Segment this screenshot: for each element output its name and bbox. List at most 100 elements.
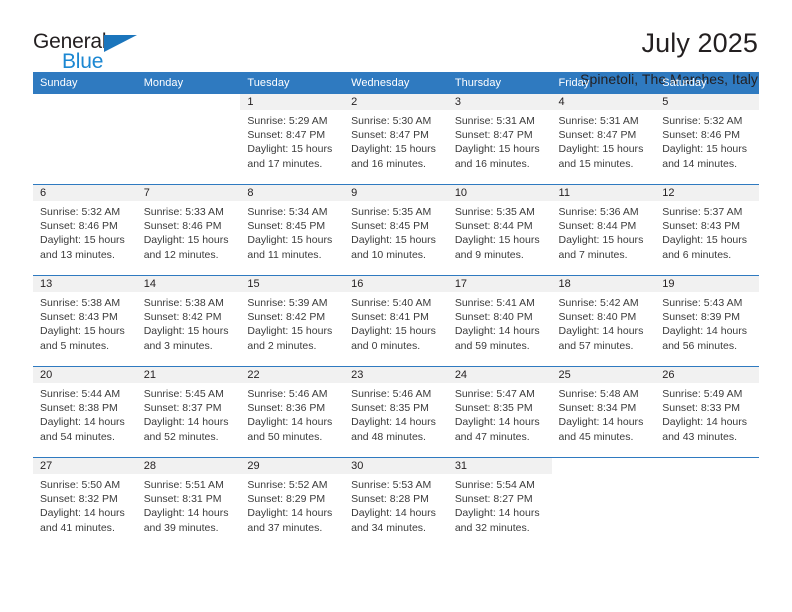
daylight-text-line2: and 34 minutes. bbox=[351, 521, 426, 534]
daylight-text-line2: and 13 minutes. bbox=[40, 248, 115, 261]
daylight-text-line1: Daylight: 15 hours bbox=[247, 143, 333, 156]
day-cell-empty bbox=[655, 457, 759, 548]
day-number: 24 bbox=[447, 367, 552, 383]
day-details: Sunrise: 5:31 AM Sunset: 8:47 PM Daylight:… bbox=[448, 110, 552, 171]
day-cell[interactable]: 1 Sunrise: 5:29 AM Sunset: 8:47 PM Daylight… bbox=[240, 94, 345, 185]
daylight-text-line2: and 45 minutes. bbox=[558, 430, 634, 443]
day-details: Sunrise: 5:43 AM Sunset: 8:39 PM Daylight:… bbox=[655, 292, 759, 353]
general-blue-logo: General Blue bbox=[33, 28, 145, 74]
sunset-text: Sunset: 8:33 PM bbox=[662, 402, 740, 415]
sunset-text: Sunset: 8:41 PM bbox=[351, 311, 429, 324]
calendar-week-row: 6 Sunrise: 5:32 AM Sunset: 8:46 PM Daylight… bbox=[33, 184, 759, 276]
daylight-text-line1: Daylight: 15 hours bbox=[662, 143, 748, 156]
daylight-text-line1: Daylight: 15 hours bbox=[558, 234, 644, 247]
daylight-text-line1: Daylight: 14 hours bbox=[143, 507, 229, 520]
logo-text-blue: Blue bbox=[62, 50, 104, 73]
daylight-text-line2: and 57 minutes. bbox=[558, 339, 634, 352]
day-cell[interactable]: 23 Sunrise: 5:46 AM Sunset: 8:35 PM Dayligh… bbox=[344, 366, 448, 458]
day-cell[interactable]: 22 Sunrise: 5:46 AM Sunset: 8:36 PM Dayligh… bbox=[240, 366, 345, 458]
sunset-text: Sunset: 8:47 PM bbox=[247, 129, 326, 142]
day-cell[interactable]: 29 Sunrise: 5:52 AM Sunset: 8:29 PM Dayligh… bbox=[240, 457, 345, 548]
daylight-text-line2: and 10 minutes. bbox=[351, 248, 426, 261]
day-number bbox=[33, 94, 137, 110]
day-number: 10 bbox=[447, 185, 552, 201]
sunset-text: Sunset: 8:28 PM bbox=[351, 493, 429, 506]
daylight-text-line2: and 0 minutes. bbox=[351, 339, 421, 352]
day-cell[interactable]: 2 Sunrise: 5:30 AM Sunset: 8:47 PM Daylight… bbox=[344, 94, 448, 185]
calendar-week-row: 27 Sunrise: 5:50 AM Sunset: 8:32 PM Dayligh… bbox=[33, 457, 759, 548]
day-cell[interactable]: 15 Sunrise: 5:39 AM Sunset: 8:42 PM Dayligh… bbox=[240, 275, 345, 367]
day-cell[interactable]: 24 Sunrise: 5:47 AM Sunset: 8:35 PM Dayligh… bbox=[447, 366, 552, 458]
sunrise-text: Sunrise: 5:32 AM bbox=[662, 115, 743, 127]
sunset-text: Sunset: 8:34 PM bbox=[558, 402, 637, 415]
day-cell[interactable]: 30 Sunrise: 5:53 AM Sunset: 8:28 PM Dayligh… bbox=[344, 457, 448, 548]
day-details: Sunrise: 5:47 AM Sunset: 8:35 PM Daylight:… bbox=[448, 383, 552, 444]
sunset-text: Sunset: 8:44 PM bbox=[454, 220, 533, 233]
sunset-text: Sunset: 8:36 PM bbox=[247, 402, 326, 415]
daylight-text-line1: Daylight: 14 hours bbox=[247, 507, 333, 520]
sunset-text: Sunset: 8:42 PM bbox=[247, 311, 326, 324]
day-cell[interactable]: 20 Sunrise: 5:44 AM Sunset: 8:38 PM Dayligh… bbox=[33, 366, 137, 458]
daylight-text-line1: Daylight: 14 hours bbox=[40, 507, 125, 520]
day-cell[interactable]: 14 Sunrise: 5:38 AM Sunset: 8:42 PM Dayligh… bbox=[136, 275, 241, 367]
day-number: 31 bbox=[447, 458, 552, 474]
sunrise-text: Sunrise: 5:38 AM bbox=[143, 297, 224, 309]
day-cell[interactable]: 19 Sunrise: 5:43 AM Sunset: 8:39 PM Dayligh… bbox=[655, 275, 759, 367]
day-number: 17 bbox=[447, 276, 552, 292]
day-cell[interactable]: 17 Sunrise: 5:41 AM Sunset: 8:40 PM Dayligh… bbox=[447, 275, 552, 367]
day-number: 1 bbox=[240, 94, 345, 110]
daylight-text-line2: and 17 minutes. bbox=[247, 157, 323, 170]
daylight-text-line1: Daylight: 15 hours bbox=[662, 234, 748, 247]
day-cell[interactable]: 5 Sunrise: 5:32 AM Sunset: 8:46 PM Daylight… bbox=[655, 94, 759, 185]
daylight-text-line1: Daylight: 14 hours bbox=[247, 416, 333, 429]
day-number: 21 bbox=[136, 367, 241, 383]
daylight-text-line2: and 12 minutes. bbox=[143, 248, 219, 261]
daylight-text-line2: and 7 minutes. bbox=[558, 248, 628, 261]
day-cell[interactable]: 27 Sunrise: 5:50 AM Sunset: 8:32 PM Dayligh… bbox=[33, 457, 137, 548]
day-number: 6 bbox=[33, 185, 137, 201]
day-cell[interactable]: 16 Sunrise: 5:40 AM Sunset: 8:41 PM Dayligh… bbox=[344, 275, 448, 367]
calendar-page: General Blue July 2025 Spinetoli, The Ma… bbox=[0, 0, 792, 612]
daylight-text-line1: Daylight: 15 hours bbox=[351, 143, 436, 156]
day-number: 18 bbox=[551, 276, 656, 292]
daylight-text-line2: and 32 minutes. bbox=[454, 521, 530, 534]
sunset-text: Sunset: 8:35 PM bbox=[351, 402, 429, 415]
day-cell[interactable]: 28 Sunrise: 5:51 AM Sunset: 8:31 PM Dayligh… bbox=[136, 457, 241, 548]
day-cell[interactable]: 8 Sunrise: 5:34 AM Sunset: 8:45 PM Daylight… bbox=[240, 184, 345, 276]
day-cell[interactable]: 10 Sunrise: 5:35 AM Sunset: 8:44 PM Dayligh… bbox=[447, 184, 552, 276]
day-cell[interactable]: 4 Sunrise: 5:31 AM Sunset: 8:47 PM Daylight… bbox=[551, 94, 656, 185]
weekday-header-sunday: Sunday bbox=[33, 72, 137, 94]
weekday-header-monday: Monday bbox=[136, 72, 241, 94]
day-details: Sunrise: 5:51 AM Sunset: 8:31 PM Daylight:… bbox=[137, 474, 241, 535]
day-cell-empty bbox=[136, 94, 241, 185]
day-cell[interactable]: 18 Sunrise: 5:42 AM Sunset: 8:40 PM Dayligh… bbox=[551, 275, 656, 367]
daylight-text-line2: and 15 minutes. bbox=[558, 157, 634, 170]
day-details: Sunrise: 5:30 AM Sunset: 8:47 PM Daylight:… bbox=[344, 110, 448, 171]
day-details: Sunrise: 5:35 AM Sunset: 8:45 PM Daylight:… bbox=[344, 201, 448, 262]
day-cell[interactable]: 7 Sunrise: 5:33 AM Sunset: 8:46 PM Daylight… bbox=[136, 184, 241, 276]
page-title: July 2025 bbox=[641, 28, 758, 58]
sunrise-text: Sunrise: 5:40 AM bbox=[351, 297, 432, 309]
daylight-text-line1: Daylight: 14 hours bbox=[454, 416, 540, 429]
day-number: 7 bbox=[136, 185, 241, 201]
day-cell[interactable]: 31 Sunrise: 5:54 AM Sunset: 8:27 PM Dayligh… bbox=[447, 457, 552, 548]
day-cell[interactable]: 9 Sunrise: 5:35 AM Sunset: 8:45 PM Daylight… bbox=[344, 184, 448, 276]
daylight-text-line2: and 3 minutes. bbox=[143, 339, 213, 352]
daylight-text-line2: and 6 minutes. bbox=[662, 248, 732, 261]
day-cell[interactable]: 25 Sunrise: 5:48 AM Sunset: 8:34 PM Dayligh… bbox=[551, 366, 656, 458]
day-cell[interactable]: 11 Sunrise: 5:36 AM Sunset: 8:44 PM Dayligh… bbox=[551, 184, 656, 276]
day-details: Sunrise: 5:38 AM Sunset: 8:42 PM Daylight:… bbox=[137, 292, 241, 353]
day-cell[interactable]: 21 Sunrise: 5:45 AM Sunset: 8:37 PM Dayligh… bbox=[136, 366, 241, 458]
sunrise-text: Sunrise: 5:32 AM bbox=[40, 206, 121, 218]
day-cell[interactable]: 13 Sunrise: 5:38 AM Sunset: 8:43 PM Dayligh… bbox=[33, 275, 137, 367]
sunset-text: Sunset: 8:40 PM bbox=[454, 311, 533, 324]
day-cell[interactable]: 3 Sunrise: 5:31 AM Sunset: 8:47 PM Daylight… bbox=[447, 94, 552, 185]
day-cell-empty bbox=[33, 94, 137, 185]
day-cell[interactable]: 26 Sunrise: 5:49 AM Sunset: 8:33 PM Dayligh… bbox=[655, 366, 759, 458]
day-cell[interactable]: 12 Sunrise: 5:37 AM Sunset: 8:43 PM Dayligh… bbox=[655, 184, 759, 276]
daylight-text-line1: Daylight: 15 hours bbox=[247, 325, 333, 338]
day-cell[interactable]: 6 Sunrise: 5:32 AM Sunset: 8:46 PM Daylight… bbox=[33, 184, 137, 276]
weekday-header-thursday: Thursday bbox=[447, 72, 552, 94]
day-details: Sunrise: 5:39 AM Sunset: 8:42 PM Daylight:… bbox=[240, 292, 344, 353]
sunrise-text: Sunrise: 5:34 AM bbox=[247, 206, 328, 218]
